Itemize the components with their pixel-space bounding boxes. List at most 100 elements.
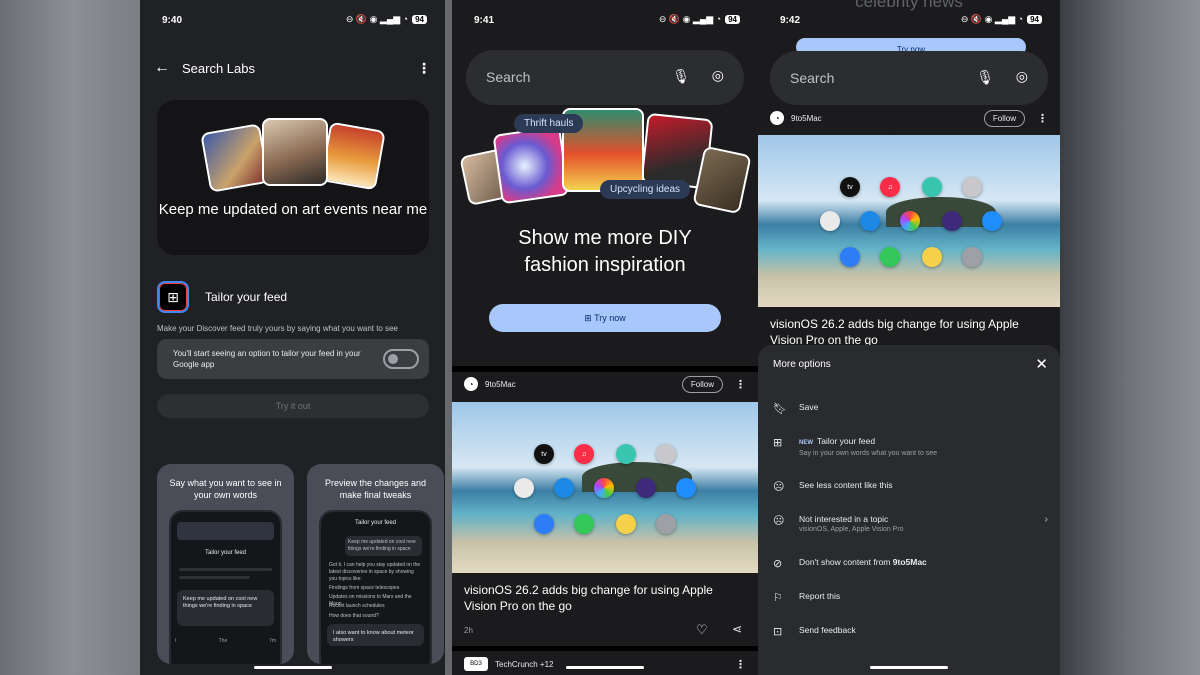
tailor-feed-title: Tailor your feed: [205, 290, 288, 304]
music-app-icon: ♫: [574, 444, 594, 464]
new-badge: NEW: [799, 440, 813, 446]
page-title: Search Labs: [182, 60, 255, 76]
more-options-icon[interactable]: ⋮: [1037, 112, 1048, 125]
more-options-icon[interactable]: ⋮: [735, 378, 746, 391]
article-image[interactable]: tv ♫: [452, 402, 758, 573]
partial-heading: celebrity news: [855, 0, 963, 11]
heart-icon[interactable]: ♡: [696, 622, 708, 638]
tailor-feed-switch[interactable]: [383, 349, 419, 369]
article-headline[interactable]: visionOS 26.2 adds big change for using …: [770, 316, 1048, 348]
settings-app-icon: [962, 247, 982, 267]
share-icon[interactable]: ⋖: [732, 622, 742, 636]
phone-suggestion-line: [179, 576, 250, 579]
option-label: See less content like this: [799, 480, 893, 490]
reality-composer-app-icon: [942, 211, 962, 231]
back-arrow-icon[interactable]: ←: [154, 59, 182, 77]
try-it-out-button[interactable]: Try it out: [157, 394, 429, 418]
option-label: Not interested in a topic: [799, 514, 889, 524]
option-dont-show[interactable]: ⊘ Don't show content from 9to5Mac: [773, 557, 1048, 570]
option-report[interactable]: ⚐ Report this: [773, 591, 1048, 604]
search-bar[interactable]: Search 🎙 ◎: [466, 50, 744, 105]
phone-sheet-title: Tailor your feed: [354, 520, 397, 526]
option-sublabel: Say in your own words what you want to s…: [799, 450, 938, 457]
phone-input-box: I also want to know about meteor showers: [327, 624, 424, 646]
more-options-icon[interactable]: ⋮: [417, 60, 431, 77]
option-not-interested[interactable]: ☹ Not interested in a topic visionOS, Ap…: [773, 514, 1048, 535]
feedback-icon: ⊡: [773, 626, 783, 638]
source-logo-icon: BD3: [464, 657, 488, 671]
battery-icon: 94: [412, 15, 427, 24]
option-feedback[interactable]: ⊡ Send feedback: [773, 625, 1048, 638]
search-labs-screen: 9:40 ⊖ 🔇 ◉ ▂▄▆ ◔ 94 ← Search Labs ⋮ Keep…: [140, 0, 445, 675]
more-options-sheet: More options ✕ 🔖︎ Save ⊞ NEW Tailor your …: [758, 345, 1060, 675]
apple-tv-app-icon: tv: [534, 444, 554, 464]
notes-app-icon: [922, 247, 942, 267]
try-now-button[interactable]: ⊞ Try now: [489, 304, 721, 332]
microphone-icon[interactable]: 🎙: [976, 69, 994, 86]
option-label-source: 9to5Mac: [892, 557, 927, 567]
option-sublabel: visionOS, Apple, Apple Vision Pro: [799, 526, 904, 533]
hero-image-portrait: [262, 118, 328, 186]
source-logo-icon: ◔: [770, 111, 784, 125]
tailor-icon: ⊞: [584, 313, 595, 323]
source-name: 9to5Mac: [485, 379, 516, 389]
safari-app-icon: [554, 478, 574, 498]
more-options-icon[interactable]: ⋮: [735, 658, 746, 671]
status-icons-glyphs: ⊖ 🔇 ◉ ▂▄▆ ◔: [960, 14, 1024, 24]
tailor-feed-toggle-row[interactable]: You'll start seeing an option to tailor …: [157, 339, 429, 379]
labs-headline: Show me more DIY fashion inspiration: [518, 227, 692, 276]
photos-app-icon: [594, 478, 614, 498]
phone-bullet: Findings from space telescopes: [329, 585, 400, 591]
option-save[interactable]: 🔖︎ Save: [773, 402, 1048, 415]
option-label: Report this: [799, 591, 841, 601]
home-indicator[interactable]: [870, 666, 948, 669]
google-lens-icon[interactable]: ◎: [712, 67, 724, 84]
google-lens-icon[interactable]: ◎: [1016, 68, 1028, 85]
option-label: Send feedback: [799, 625, 856, 635]
phone-reply-text: Got it. I can help you stay updated on t…: [329, 562, 421, 582]
hero-text: Keep me updated on art events near me: [158, 201, 428, 218]
article-image[interactable]: tv ♫: [758, 135, 1060, 307]
notes-app-icon: [616, 514, 636, 534]
divider: [452, 366, 758, 372]
chip-thrift-hauls: Thrift hauls: [514, 114, 584, 133]
music-app-icon: ♫: [880, 177, 900, 197]
battery-icon: 94: [1027, 15, 1042, 24]
search-placeholder: Search: [790, 70, 835, 86]
phone-suggestion-line: [179, 568, 272, 571]
flag-icon: ⚐: [773, 592, 783, 604]
photos-grid-app-icon: [962, 177, 982, 197]
phone-bullet: Rocket launch schedules: [329, 603, 385, 609]
home-indicator[interactable]: [253, 666, 332, 669]
follow-button[interactable]: Follow: [681, 375, 723, 393]
phone-question: How does that sound?: [329, 613, 379, 619]
safari-app-icon: [860, 211, 880, 231]
reality-composer-app-icon: [636, 478, 656, 498]
option-label: Save: [799, 402, 819, 412]
collage-image-2: [492, 125, 570, 205]
freeform-app-icon: [820, 211, 840, 231]
phone-keyboard-suggestions: I The I'm: [175, 638, 276, 658]
mail-app-icon: [840, 247, 860, 267]
photos-app-icon: [900, 211, 920, 231]
article-headline[interactable]: visionOS 26.2 adds big change for using …: [464, 582, 746, 614]
status-time: 9:42: [780, 15, 801, 26]
option-tailor-feed[interactable]: ⊞ NEW Tailor your feed Say in your own wo…: [773, 436, 1048, 459]
option-see-less[interactable]: ☹ See less content like this: [773, 480, 1048, 493]
freeform-app-icon: [514, 478, 534, 498]
try-now-label: Try now: [594, 313, 626, 323]
app-store-icon: [676, 478, 696, 498]
settings-app-icon: [656, 514, 676, 534]
home-indicator[interactable]: [566, 666, 644, 669]
close-icon[interactable]: ✕: [1035, 355, 1048, 373]
source-name: TechCrunch +12: [495, 659, 554, 669]
microphone-icon[interactable]: 🎙: [672, 68, 690, 85]
tailor-feed-icon: ⊞: [157, 281, 189, 313]
phone-feed-thumbnails: [177, 522, 274, 540]
hero-image-football: [200, 123, 270, 193]
bookmark-icon: 🔖︎: [773, 403, 787, 415]
photos-grid-app-icon: [656, 444, 676, 464]
status-icons: ⊖ 🔇 ◉ ▂▄▆ ◔ 94: [659, 14, 740, 25]
follow-button[interactable]: Follow: [983, 109, 1025, 127]
search-bar[interactable]: Search 🎙 ◎: [770, 51, 1048, 105]
